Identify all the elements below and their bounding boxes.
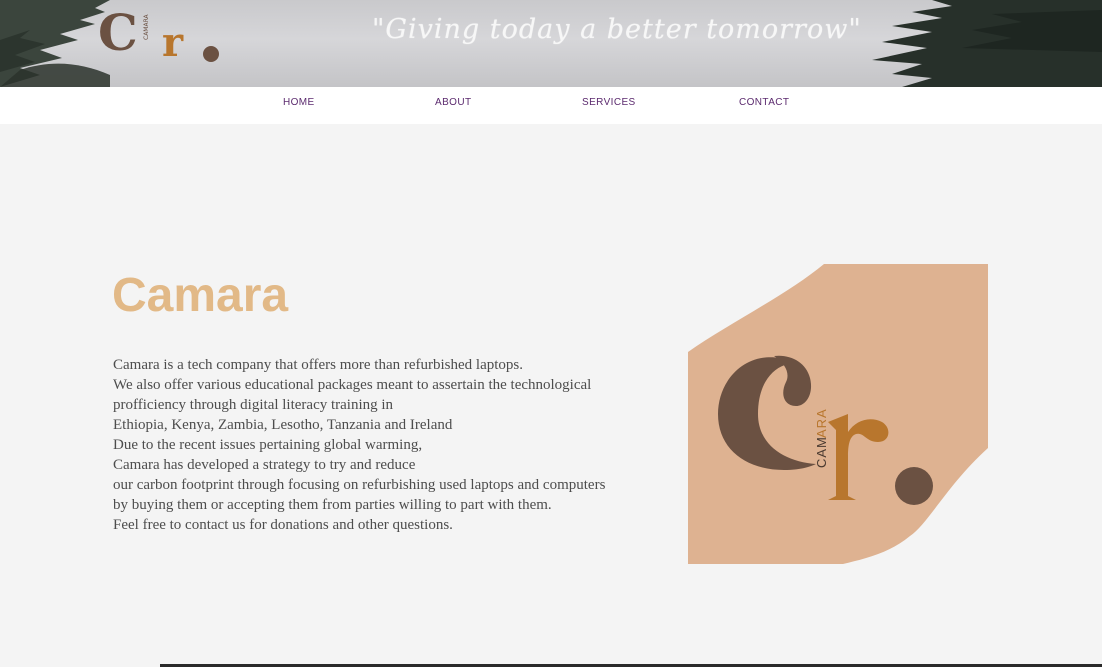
- paragraph-line: profficiency through digital literacy tr…: [113, 397, 394, 413]
- main-nav: HOME ABOUT SERVICES CONTACT: [0, 87, 1102, 124]
- nav-home-link[interactable]: HOME: [283, 97, 315, 108]
- svg-text:r: r: [162, 19, 184, 66]
- header-banner: C r CAMARA "Giving today a better tomorr…: [0, 0, 1102, 87]
- nav-services-link[interactable]: SERVICES: [582, 97, 636, 108]
- svg-text:C: C: [98, 6, 138, 62]
- hero-logo-image: CAM ARA: [688, 264, 988, 569]
- paragraph-line: Feel free to contact us for donations an…: [113, 517, 453, 533]
- pine-trees-right-image: [872, 0, 1102, 87]
- svg-text:CAMARA: CAMARA: [143, 13, 150, 40]
- logo-cam-text: CAM: [814, 436, 829, 468]
- camara-hero-logo-icon: CAM ARA: [688, 264, 988, 564]
- paragraph-line: Due to the recent issues pertaining glob…: [113, 437, 423, 453]
- page-title: Camara: [112, 269, 289, 322]
- camara-logo-icon: C r CAMARA: [98, 3, 219, 66]
- banner-logo[interactable]: C r CAMARA: [96, 3, 226, 71]
- nav-contact-link[interactable]: CONTACT: [739, 97, 789, 108]
- paragraph-line: Ethiopia, Kenya, Zambia, Lesotho, Tanzan…: [113, 417, 453, 433]
- paragraph-line: Camara is a tech company that offers mor…: [113, 357, 524, 373]
- paragraph-line: our carbon footprint through focusing on…: [113, 477, 606, 493]
- paragraph-line: We also offer various educational packag…: [113, 377, 592, 393]
- paragraph-line: by buying them or accepting them from pa…: [113, 497, 552, 513]
- logo-ara-text: ARA: [814, 408, 829, 438]
- banner-tagline: "Giving today a better tomorrow": [372, 14, 862, 45]
- paragraph-line: Camara has developed a strategy to try a…: [113, 457, 416, 473]
- about-paragraph: Camara is a tech company that offers mor…: [113, 355, 673, 535]
- nav-about-link[interactable]: ABOUT: [435, 97, 471, 108]
